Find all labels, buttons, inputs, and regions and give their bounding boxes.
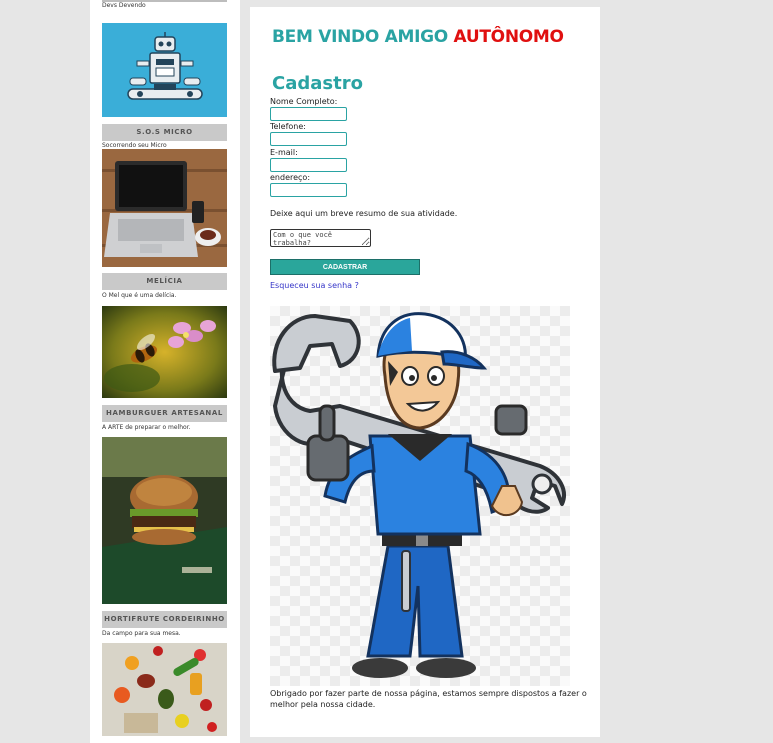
burger-illustration xyxy=(102,437,227,604)
welcome-heading-part1: BEM VINDO AMIGO xyxy=(272,27,448,47)
mechanic-illustration xyxy=(272,312,566,678)
sidebar-caption-hamburguer: A ARTE de preparar o melhor. xyxy=(102,424,191,431)
sidebar-caption-sos-micro: Socorrendo seu Micro xyxy=(102,142,167,149)
sidebar: Devs Devendo S.O.S MICRO Socorrendo seu … xyxy=(90,0,240,743)
phone-input[interactable] xyxy=(270,132,347,146)
activity-summary-label: Deixe aqui um breve resumo de sua ativid… xyxy=(270,209,458,218)
welcome-heading: BEM VINDO AMIGO AUTÔNOMO xyxy=(272,27,564,47)
full-name-input[interactable] xyxy=(270,107,347,121)
sidebar-caption-melicia: O Mel que é uma delícia. xyxy=(102,292,177,299)
register-button[interactable]: CADASTRAR xyxy=(270,259,420,275)
welcome-heading-part2: AUTÔNOMO xyxy=(453,27,564,47)
robot-image[interactable] xyxy=(102,23,227,117)
robot-illustration xyxy=(127,32,203,100)
address-label: endereço: xyxy=(270,173,311,182)
address-input[interactable] xyxy=(270,183,347,197)
thank-you-message: Obrigado por fazer parte de nossa página… xyxy=(270,689,587,709)
bee-flower-image[interactable] xyxy=(102,306,227,398)
full-name-label: Nome Completo: xyxy=(270,97,338,106)
email-label: E-mail: xyxy=(270,148,298,157)
sidebar-title-sos-micro[interactable]: S.O.S MICRO xyxy=(102,124,227,141)
sidebar-title-hortifrute[interactable]: HORTIFRUTE CORDEIRINHO xyxy=(102,611,227,628)
registration-panel: BEM VINDO AMIGO AUTÔNOMO Cadastro Nome C… xyxy=(250,7,600,737)
form-title: Cadastro xyxy=(272,73,363,94)
burger-image[interactable] xyxy=(102,437,227,604)
vegetables-image[interactable] xyxy=(102,643,227,736)
sidebar-title-melicia[interactable]: MELÍCIA xyxy=(102,273,227,290)
laptop-illustration xyxy=(102,149,227,267)
sidebar-title-hamburguer[interactable]: HAMBURGUER ARTESANAL xyxy=(102,405,227,422)
vegetables-illustration xyxy=(102,643,227,736)
phone-label: Telefone: xyxy=(270,122,306,131)
forgot-password-link[interactable]: Esqueceu sua senha ? xyxy=(270,281,359,290)
activity-summary-textarea[interactable] xyxy=(270,229,371,247)
bee-illustration xyxy=(102,306,227,398)
email-input[interactable] xyxy=(270,158,347,172)
sidebar-caption-hortifrute: Da campo para sua mesa. xyxy=(102,630,181,637)
mechanic-mascot-image xyxy=(270,306,570,686)
sidebar-caption-devs: Devs Devendo xyxy=(102,2,146,9)
laptop-image[interactable] xyxy=(102,149,227,267)
